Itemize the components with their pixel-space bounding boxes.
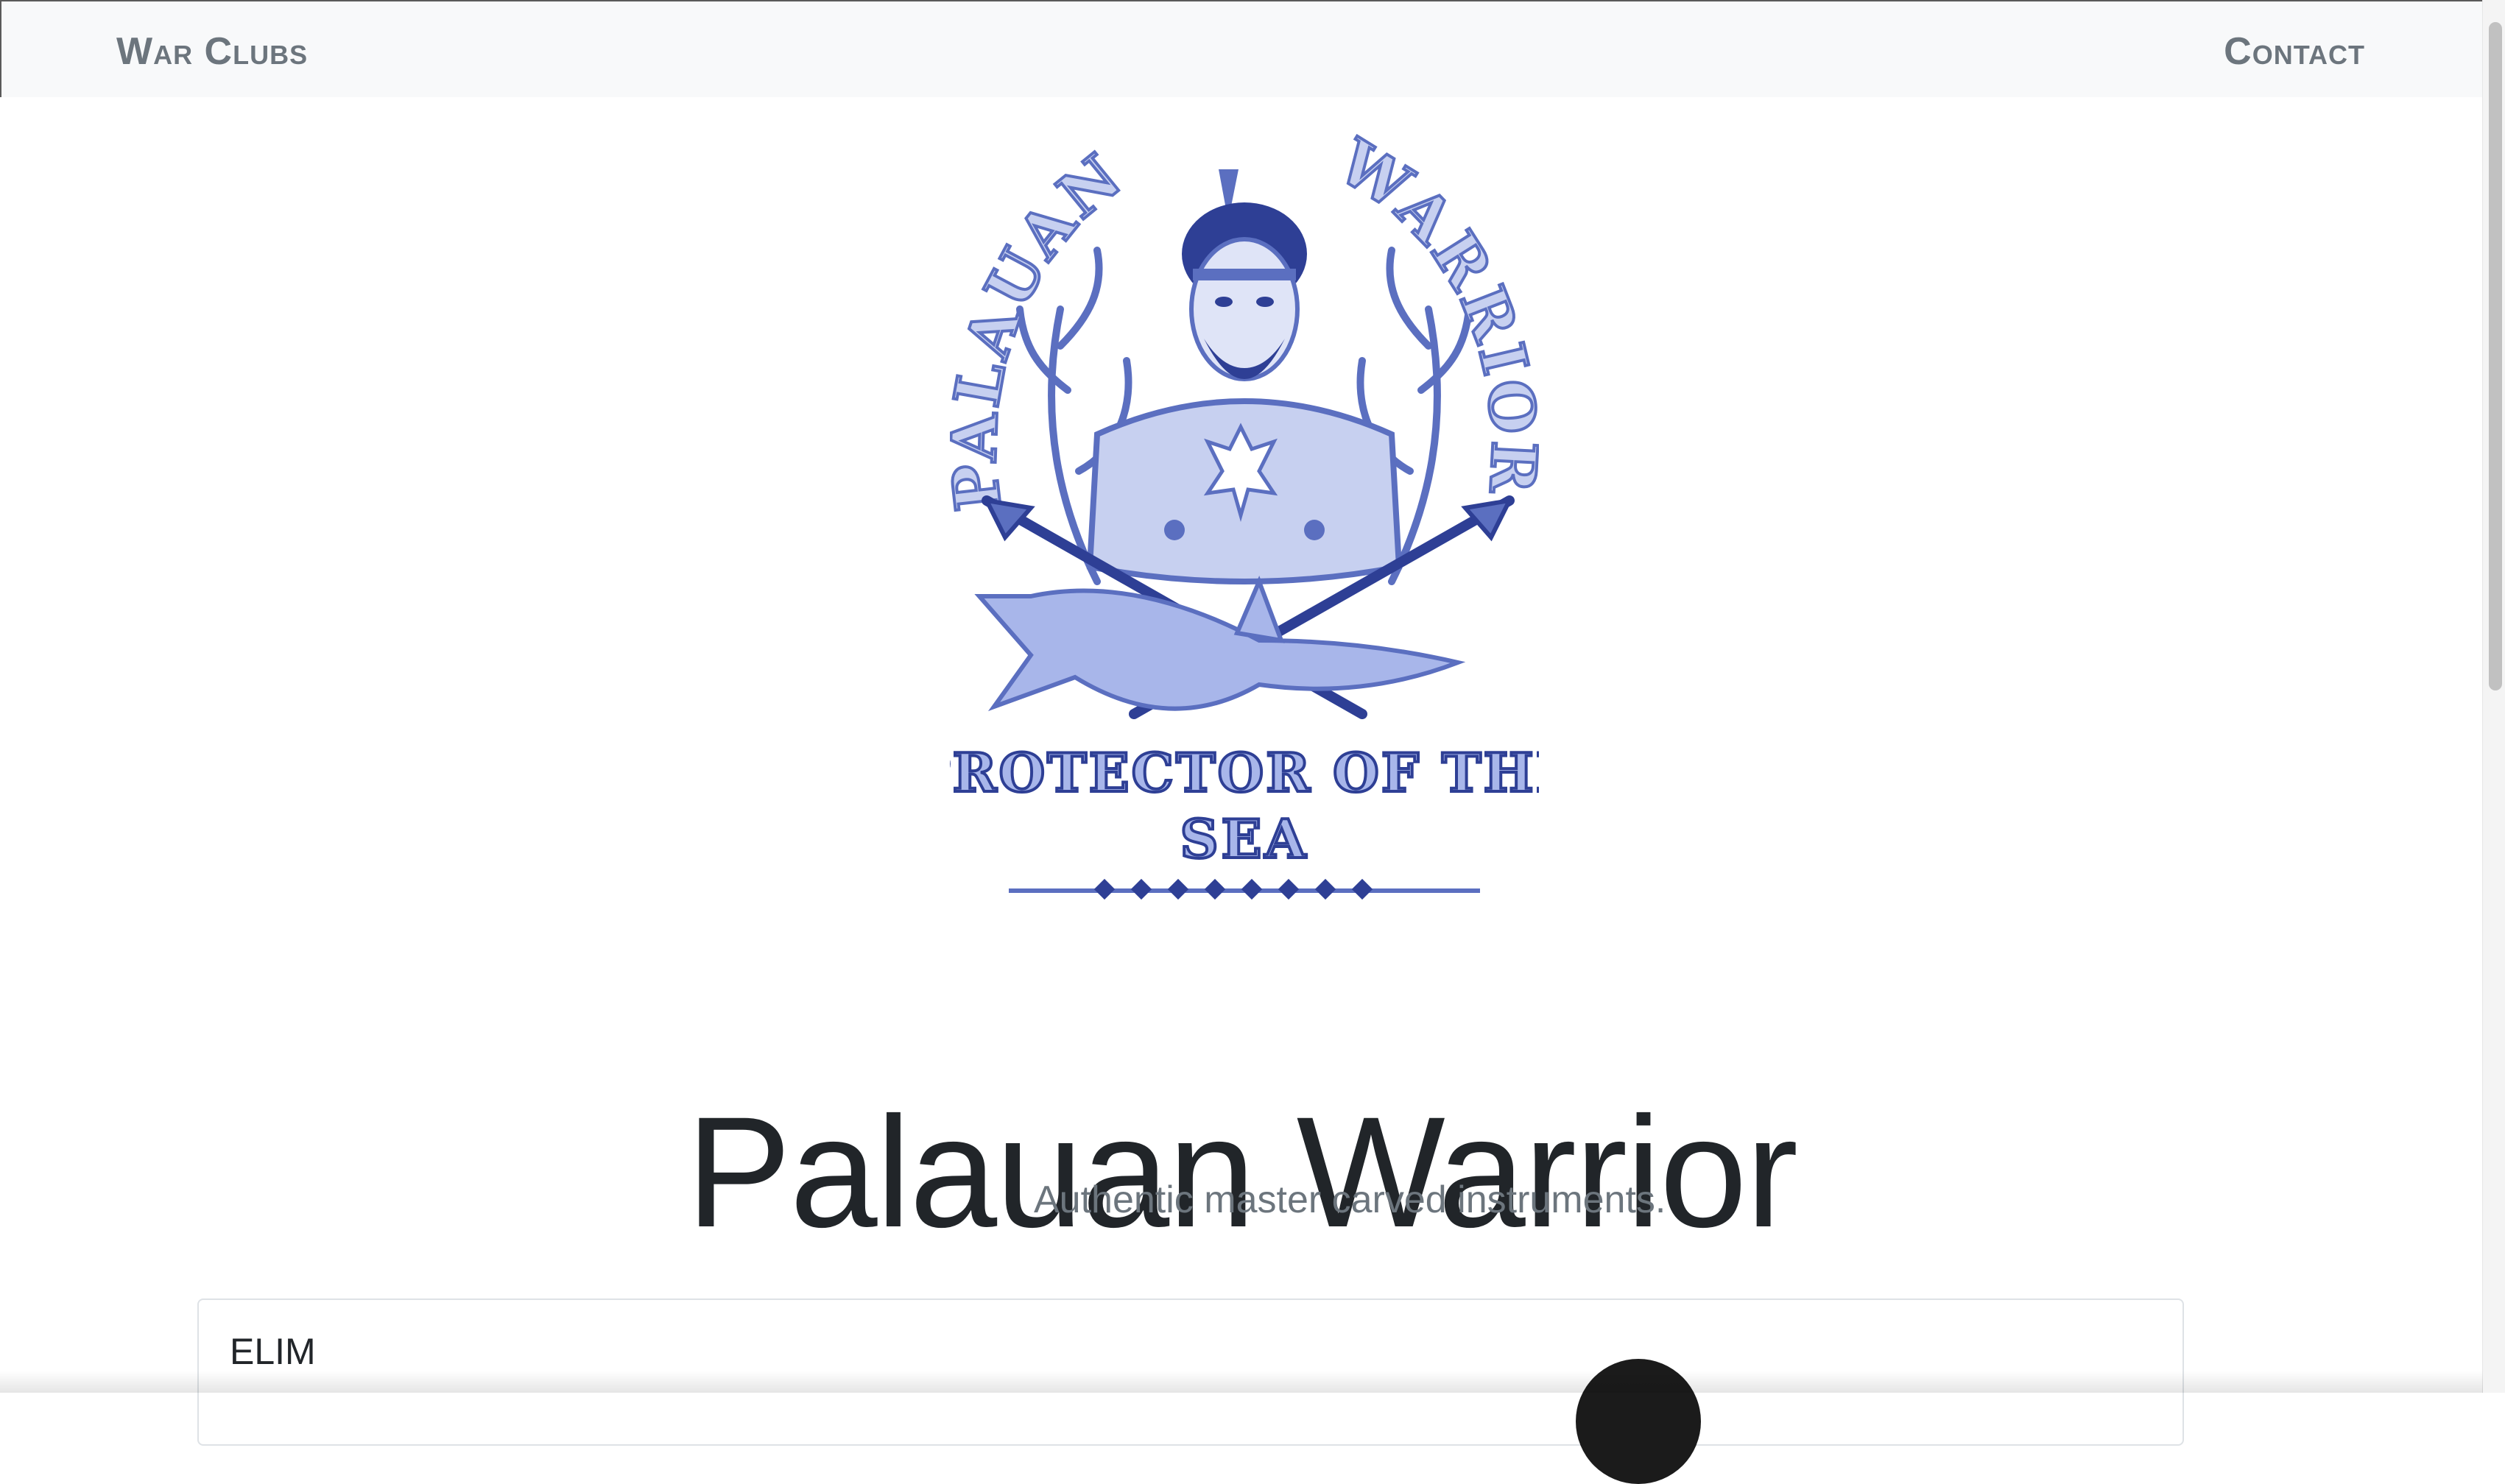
brand-link[interactable]: War Clubs [116,31,308,72]
page-subtitle: Authentic master carved instruments. [1034,1179,1666,1221]
page-title: Palauan Warrior [686,1084,1798,1261]
shark-icon [974,575,1466,712]
warrior-figure-icon [1086,169,1403,584]
scrollbar-thumb[interactable] [2489,22,2502,690]
card-title: ELIM [230,1331,316,1372]
contact-link[interactable]: Contact [2224,31,2365,72]
image-text-banner-line2: SEA [1180,808,1309,870]
palauan-warrior-illustration: PALAUAN WARRIOR PROTECTOR OF THE SEA [950,125,1539,900]
image-text-banner-line1: PROTECTOR OF THE [950,741,1539,804]
vertical-scrollbar[interactable] [2482,0,2505,1393]
bottom-fade [0,1371,2483,1393]
decorative-divider-icon [1009,878,1480,900]
top-navbar: War Clubs Contact [0,0,2505,97]
